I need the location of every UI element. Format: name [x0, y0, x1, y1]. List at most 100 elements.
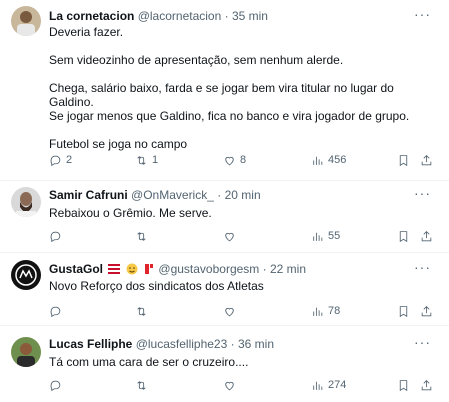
user-handle[interactable]: @lacornetacion	[138, 9, 222, 23]
bookmark-button[interactable]	[397, 229, 410, 243]
bookmark-icon	[399, 379, 408, 391]
more-options-icon[interactable]: ···	[414, 185, 431, 201]
tweet-header: La cornetacion @lacornetacion · 35 min	[49, 9, 268, 23]
avatar-image	[11, 6, 41, 36]
tweet-header: Lucas Felliphe @lucasfelliphe23 · 36 min	[49, 337, 274, 351]
user-handle[interactable]: @OnMaverick_	[131, 188, 214, 202]
display-name[interactable]: Samir Cafruni	[49, 188, 128, 202]
retweet-button[interactable]	[135, 378, 152, 392]
timestamp[interactable]: 36 min	[238, 337, 274, 351]
more-options-icon[interactable]: ···	[414, 334, 431, 350]
flag-emoji-icon	[108, 263, 121, 275]
tweet[interactable]: La cornetacion @lacornetacion · 35 min ·…	[0, 0, 449, 181]
views-icon	[313, 381, 323, 390]
views-icon	[313, 307, 323, 316]
timestamp[interactable]: 22 min	[270, 262, 306, 276]
bookmark-icon	[399, 154, 408, 166]
action-bar: 78	[49, 304, 439, 318]
reply-button[interactable]	[49, 378, 66, 392]
action-bar: 2 1 8 456	[49, 153, 439, 167]
tweet-line: Sem videozinho de apresentação, sem nenh…	[49, 53, 344, 67]
avatar-image	[11, 187, 41, 217]
more-options-icon[interactable]: ···	[414, 6, 431, 22]
views-button[interactable]: 274	[311, 378, 346, 392]
bookmark-button[interactable]	[397, 153, 410, 167]
views-button[interactable]: 55	[311, 229, 340, 243]
retweet-icon	[137, 306, 146, 316]
retweet-button[interactable]: 1	[135, 153, 158, 167]
like-icon	[225, 156, 234, 165]
views-icon	[313, 156, 323, 165]
tweet-line: Chega, salário baixo, farda e se jogar b…	[49, 81, 394, 109]
bookmark-button[interactable]	[397, 304, 410, 318]
reply-button[interactable]	[49, 229, 66, 243]
bookmark-button[interactable]	[397, 378, 410, 392]
reply-count: 2	[66, 154, 73, 166]
reply-icon	[50, 306, 61, 317]
more-options-icon[interactable]: ···	[414, 259, 431, 275]
views-count: 456	[328, 154, 347, 166]
retweet-icon	[137, 380, 146, 390]
display-name[interactable]: Lucas Felliphe	[49, 337, 132, 351]
avatar[interactable]	[11, 337, 41, 367]
like-count: 8	[240, 154, 247, 166]
tweet-line: Rebaixou o Grêmio. Me serve.	[49, 206, 212, 220]
display-name[interactable]: La cornetacion	[49, 9, 134, 23]
retweet-button[interactable]	[135, 304, 152, 318]
reply-icon	[50, 155, 61, 166]
like-icon	[225, 381, 234, 390]
views-button[interactable]: 78	[311, 304, 340, 318]
user-handle[interactable]: @gustavoborgesm	[158, 262, 259, 276]
tweet-text: Tá com uma cara de ser o cruzeiro....	[49, 355, 439, 369]
tweet-text: Deveria fazer. Sem videozinho de apresen…	[49, 25, 439, 151]
user-handle[interactable]: @lucasfelliphe23	[136, 337, 228, 351]
share-button[interactable]	[420, 304, 433, 318]
red-card-emoji-icon	[145, 264, 154, 274]
tweet-line: Deveria fazer.	[49, 25, 124, 39]
face-emoji-icon	[126, 263, 138, 275]
like-button[interactable]	[223, 229, 240, 243]
share-button[interactable]	[420, 229, 433, 243]
tweet[interactable]: Samir Cafruni @OnMaverick_ · 20 min ··· …	[0, 180, 449, 253]
like-button[interactable]	[223, 304, 240, 318]
like-icon	[225, 232, 234, 241]
retweet-count: 1	[152, 154, 159, 166]
views-button[interactable]: 456	[311, 153, 346, 167]
share-icon	[421, 154, 432, 165]
tweet-text: Novo Reforço dos sindicatos dos Atletas	[49, 279, 439, 293]
tweet-line: Futebol se joga no campo	[49, 137, 188, 151]
tweet-line: Se jogar menos que Galdino, fica no banc…	[49, 109, 410, 123]
avatar[interactable]	[11, 187, 41, 217]
timestamp[interactable]: 20 min	[225, 188, 261, 202]
reply-button[interactable]: 2	[49, 153, 72, 167]
reply-icon	[50, 231, 61, 242]
reply-button[interactable]	[49, 304, 66, 318]
tweet[interactable]: GustaGol @gustavoborgesm · 22 min ··· No…	[0, 252, 449, 326]
bookmark-icon	[399, 305, 408, 317]
share-button[interactable]	[420, 153, 433, 167]
share-icon	[421, 305, 432, 316]
timestamp[interactable]: 35 min	[232, 9, 268, 23]
share-icon	[421, 230, 432, 241]
action-bar: 274	[49, 378, 439, 392]
avatar[interactable]	[11, 260, 41, 290]
tweet[interactable]: Lucas Felliphe @lucasfelliphe23 · 36 min…	[0, 325, 449, 402]
display-name[interactable]: GustaGol	[49, 262, 103, 276]
separator: ·	[224, 9, 229, 23]
like-button[interactable]: 8	[223, 153, 246, 167]
tweet-text: Rebaixou o Grêmio. Me serve.	[49, 206, 439, 220]
tweet-line: Novo Reforço dos sindicatos dos Atletas	[49, 279, 264, 293]
tweet-line: Tá com uma cara de ser o cruzeiro....	[49, 355, 249, 369]
retweet-button[interactable]	[135, 229, 152, 243]
views-count: 274	[328, 379, 347, 391]
like-icon	[225, 307, 234, 316]
views-count: 78	[328, 305, 341, 317]
retweet-icon	[137, 231, 146, 241]
tweet-header: GustaGol @gustavoborgesm · 22 min	[49, 262, 306, 276]
like-button[interactable]	[223, 378, 240, 392]
avatar[interactable]	[11, 6, 41, 36]
views-count: 55	[328, 230, 341, 242]
views-icon	[313, 232, 323, 241]
share-button[interactable]	[420, 378, 433, 392]
separator: ·	[230, 337, 235, 351]
